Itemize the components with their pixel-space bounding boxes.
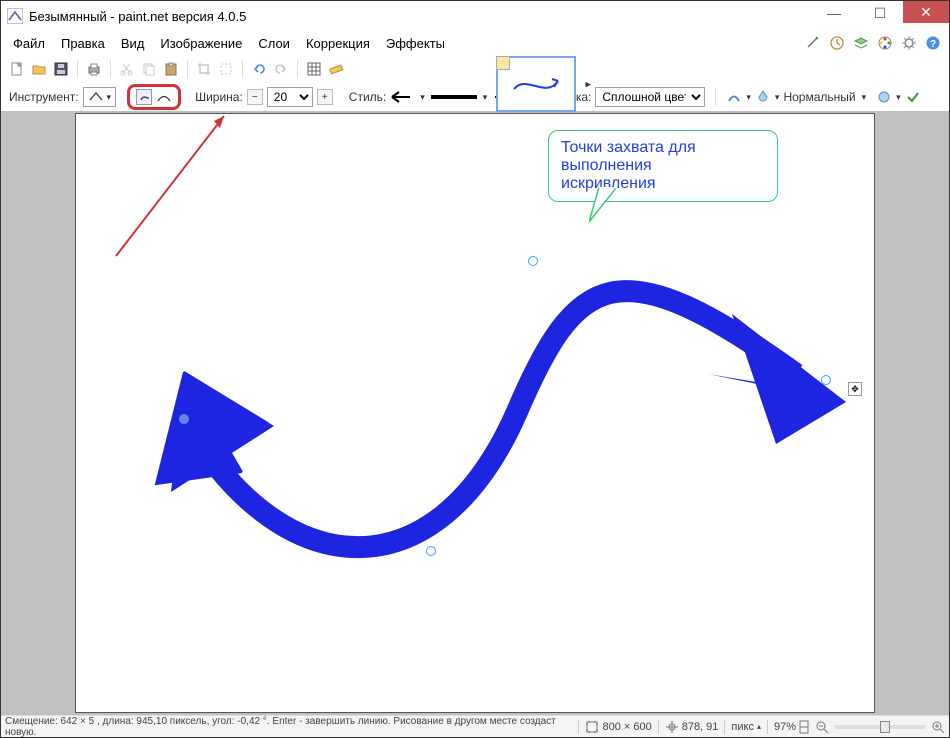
menu-view[interactable]: Вид bbox=[113, 33, 153, 54]
window-controls: — ☐ ✕ bbox=[811, 1, 949, 31]
document-thumbnail[interactable]: ▸ bbox=[496, 56, 576, 112]
main-toolbar bbox=[1, 55, 949, 83]
annotation-callout: Точки захвата для выполнения искривления bbox=[548, 130, 778, 202]
crop-icon[interactable] bbox=[196, 61, 212, 77]
status-bar: Смещение: 642 × 5 , длина: 945,10 пиксел… bbox=[1, 715, 949, 737]
menu-file[interactable]: Файл bbox=[5, 33, 53, 54]
print-icon[interactable] bbox=[86, 61, 102, 77]
new-file-icon[interactable] bbox=[9, 61, 25, 77]
move-handle[interactable]: ✥ bbox=[848, 382, 862, 396]
fill-select[interactable]: Сплошной цвет bbox=[595, 87, 705, 107]
layers-window-icon[interactable] bbox=[853, 35, 869, 51]
tool-label: Инструмент: bbox=[9, 90, 79, 104]
close-button[interactable]: ✕ bbox=[903, 1, 949, 23]
workspace: ▸ ✥ Точки зах bbox=[1, 111, 949, 715]
style-label: Стиль: bbox=[349, 90, 386, 104]
width-decrement[interactable]: − bbox=[247, 89, 263, 105]
status-info: Смещение: 642 × 5 , длина: 945,10 пиксел… bbox=[5, 716, 572, 738]
curve-nub[interactable] bbox=[528, 256, 538, 266]
status-canvas-size: 800 × 600 bbox=[585, 720, 651, 734]
unpin-icon[interactable] bbox=[496, 56, 510, 70]
blend-fill-icon[interactable] bbox=[755, 89, 771, 105]
menu-effects[interactable]: Эффекты bbox=[378, 33, 453, 54]
save-file-icon[interactable] bbox=[53, 61, 69, 77]
zoom-in-icon[interactable] bbox=[931, 720, 945, 734]
history-window-icon[interactable] bbox=[829, 35, 845, 51]
curve-nub[interactable] bbox=[426, 546, 436, 556]
status-units[interactable]: пикс ▴ bbox=[731, 721, 761, 733]
menu-edit[interactable]: Правка bbox=[53, 33, 113, 54]
sampling-icon[interactable] bbox=[876, 89, 892, 105]
status-cursor: 878, 91 bbox=[665, 720, 719, 734]
window-title: Безымянный - paint.net версия 4.0.5 bbox=[29, 9, 811, 24]
minimize-button[interactable]: — bbox=[811, 1, 857, 25]
ruler-icon[interactable] bbox=[328, 61, 344, 77]
menu-layers[interactable]: Слои bbox=[250, 33, 298, 54]
help-icon[interactable]: ? bbox=[925, 35, 941, 51]
line-start-style[interactable] bbox=[390, 90, 416, 104]
curve-shape[interactable] bbox=[76, 114, 876, 714]
spline-curve-icon[interactable] bbox=[136, 89, 152, 105]
tool-selector[interactable]: ▾ bbox=[83, 87, 117, 107]
width-increment[interactable]: + bbox=[317, 89, 333, 105]
zoom-slider[interactable] bbox=[835, 725, 925, 729]
tools-window-icon[interactable] bbox=[805, 35, 821, 51]
menu-adjust[interactable]: Коррекция bbox=[298, 33, 378, 54]
curve-nub[interactable] bbox=[821, 375, 831, 385]
width-select[interactable]: 20 bbox=[267, 87, 313, 107]
redo-icon[interactable] bbox=[273, 61, 289, 77]
menu-image[interactable]: Изображение bbox=[152, 33, 250, 54]
finish-icon[interactable] bbox=[905, 89, 921, 105]
thumbnail-dropdown-icon[interactable]: ▸ bbox=[585, 78, 591, 91]
status-zoom[interactable]: 97% bbox=[774, 720, 809, 734]
curve-nub[interactable] bbox=[179, 414, 189, 424]
canvas[interactable]: ▸ ✥ Точки зах bbox=[75, 113, 875, 713]
antialias-icon[interactable] bbox=[726, 89, 742, 105]
callout-line: выполнения bbox=[561, 157, 765, 175]
settings-icon[interactable] bbox=[901, 35, 917, 51]
bezier-curve-icon[interactable] bbox=[156, 89, 172, 105]
callout-line: Точки захвата для bbox=[561, 139, 765, 157]
paste-icon[interactable] bbox=[163, 61, 179, 77]
cut-icon[interactable] bbox=[119, 61, 135, 77]
menu-bar: Файл Правка Вид Изображение Слои Коррекц… bbox=[1, 31, 949, 55]
maximize-button[interactable]: ☐ bbox=[857, 1, 903, 25]
line-dash-style[interactable] bbox=[429, 90, 479, 104]
open-file-icon[interactable] bbox=[31, 61, 47, 77]
svg-text:?: ? bbox=[930, 39, 936, 50]
app-icon bbox=[7, 8, 23, 24]
colors-window-icon[interactable] bbox=[877, 35, 893, 51]
width-label: Ширина: bbox=[195, 90, 243, 104]
zoom-out-icon[interactable] bbox=[815, 720, 829, 734]
title-bar: Безымянный - paint.net версия 4.0.5 — ☐ … bbox=[1, 1, 949, 31]
blend-mode-label[interactable]: Нормальный bbox=[783, 90, 855, 104]
copy-icon[interactable] bbox=[141, 61, 157, 77]
deselect-icon[interactable] bbox=[218, 61, 234, 77]
grid-icon[interactable] bbox=[306, 61, 322, 77]
undo-icon[interactable] bbox=[251, 61, 267, 77]
